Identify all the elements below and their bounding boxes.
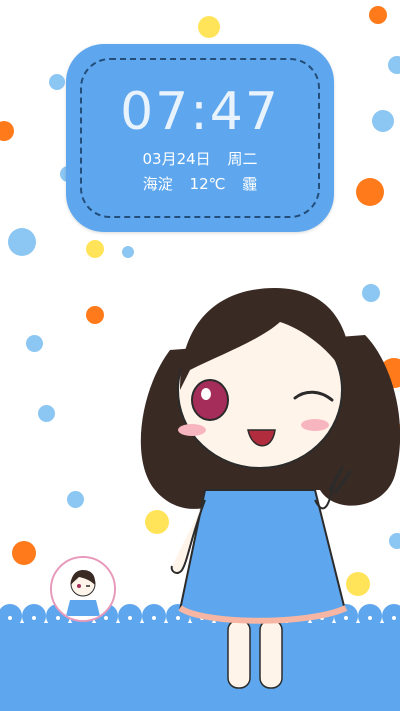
location-text: 海淀 (142, 175, 173, 193)
weather-icon: 霾 (242, 175, 258, 193)
user-avatar-icon (52, 558, 114, 620)
clock-widget[interactable]: 07:47 03月24日 周二 海淀 12℃ 霾 (66, 44, 334, 232)
girl-illustration-icon (140, 288, 400, 689)
temperature-text: 12℃ (189, 175, 226, 193)
weather-row: 海淀 12℃ 霾 (66, 173, 334, 194)
weekday-text: 周二 (227, 150, 258, 168)
clock-time: 07:47 (120, 82, 280, 142)
date-row: 03月24日 周二 (66, 148, 334, 169)
date-text: 03月24日 (142, 150, 211, 168)
user-avatar[interactable] (50, 556, 116, 622)
